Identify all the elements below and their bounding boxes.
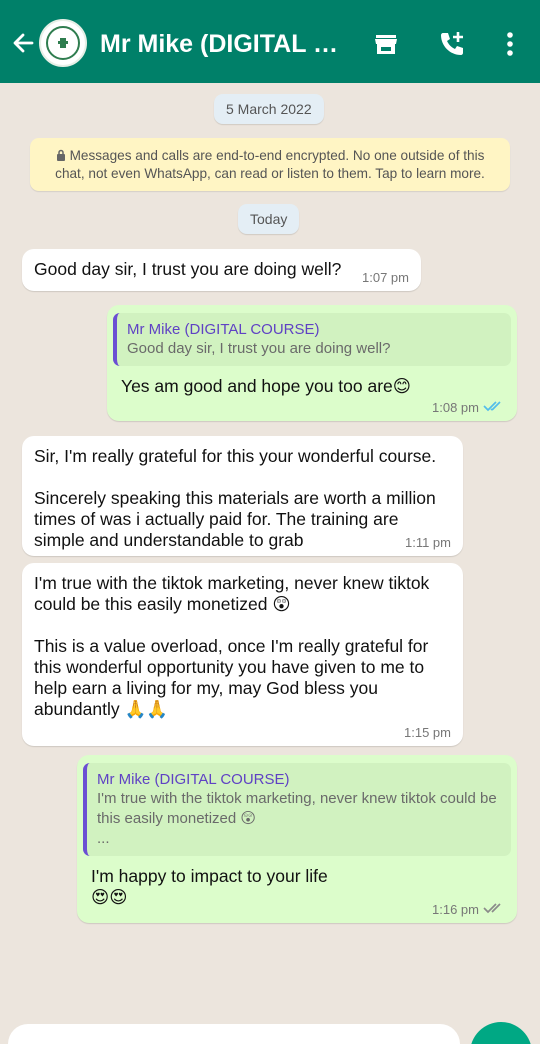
message-time-wrap: 1:07 pm: [362, 270, 409, 285]
add-call-icon[interactable]: [436, 28, 468, 60]
message-time: 1:07 pm: [362, 270, 409, 285]
back-arrow-icon[interactable]: [8, 28, 38, 58]
message-text: I'm true with the tiktok marketing, neve…: [34, 573, 430, 719]
quoted-text: Good day sir, I trust you are doing well…: [127, 340, 391, 357]
message-time-wrap: 1:15 pm: [404, 725, 451, 740]
more-vertical-icon[interactable]: [494, 28, 526, 60]
message-bubble-outgoing[interactable]: Mr Mike (DIGITAL COURSE) Good day sir, I…: [107, 305, 517, 421]
message-time: 1:11 pm: [404, 535, 451, 550]
message-time-wrap: 1:11 pm: [405, 535, 451, 550]
message-bubble-incoming[interactable]: Good day sir, I trust you are doing well…: [22, 249, 421, 291]
quoted-message[interactable]: Mr Mike (DIGITAL COURSE) Good day sir, I…: [113, 313, 511, 366]
delivered-ticks-icon: [483, 902, 505, 917]
message-text: Sir, I'm really grateful for this your w…: [34, 446, 437, 550]
message-time-wrap: 1:16 pm: [432, 902, 505, 917]
chat-header: Mr Mike (DIGITAL C...: [0, 0, 540, 83]
message-time: 1:15 pm: [404, 725, 451, 740]
message-time: 1:08 pm: [432, 400, 479, 415]
chat-area[interactable]: 5 March 2022 Messages and calls are end-…: [0, 83, 540, 1044]
profile-logo-icon: [46, 26, 80, 60]
contact-avatar[interactable]: [39, 19, 87, 67]
encryption-notice[interactable]: Messages and calls are end-to-end encryp…: [30, 138, 510, 191]
quoted-author: Mr Mike (DIGITAL COURSE): [127, 321, 320, 338]
encryption-notice-text: Messages and calls are end-to-end encryp…: [55, 148, 485, 181]
message-input[interactable]: [8, 1024, 460, 1044]
today-separator: Today: [238, 204, 300, 234]
message-time-wrap: 1:08 pm: [432, 400, 505, 415]
message-bubble-incoming[interactable]: Sir, I'm really grateful for this your w…: [22, 436, 463, 556]
message-text: Good day sir, I trust you are doing well…: [34, 259, 342, 279]
read-ticks-icon: [483, 400, 505, 415]
quoted-text: I'm true with the tiktok marketing, neve…: [97, 790, 497, 847]
lock-icon: [56, 148, 66, 165]
store-icon[interactable]: [370, 28, 402, 60]
contact-name[interactable]: Mr Mike (DIGITAL C...: [100, 28, 350, 60]
message-time: 1:16 pm: [432, 902, 479, 917]
message-bubble-outgoing[interactable]: Mr Mike (DIGITAL COURSE) I'm true with t…: [77, 755, 517, 923]
date-separator: 5 March 2022: [214, 94, 324, 124]
quoted-author: Mr Mike (DIGITAL COURSE): [97, 771, 290, 788]
message-bubble-incoming[interactable]: I'm true with the tiktok marketing, neve…: [22, 563, 463, 746]
quoted-message[interactable]: Mr Mike (DIGITAL COURSE) I'm true with t…: [83, 763, 511, 856]
message-text: Yes am good and hope you too are😊: [121, 376, 412, 396]
